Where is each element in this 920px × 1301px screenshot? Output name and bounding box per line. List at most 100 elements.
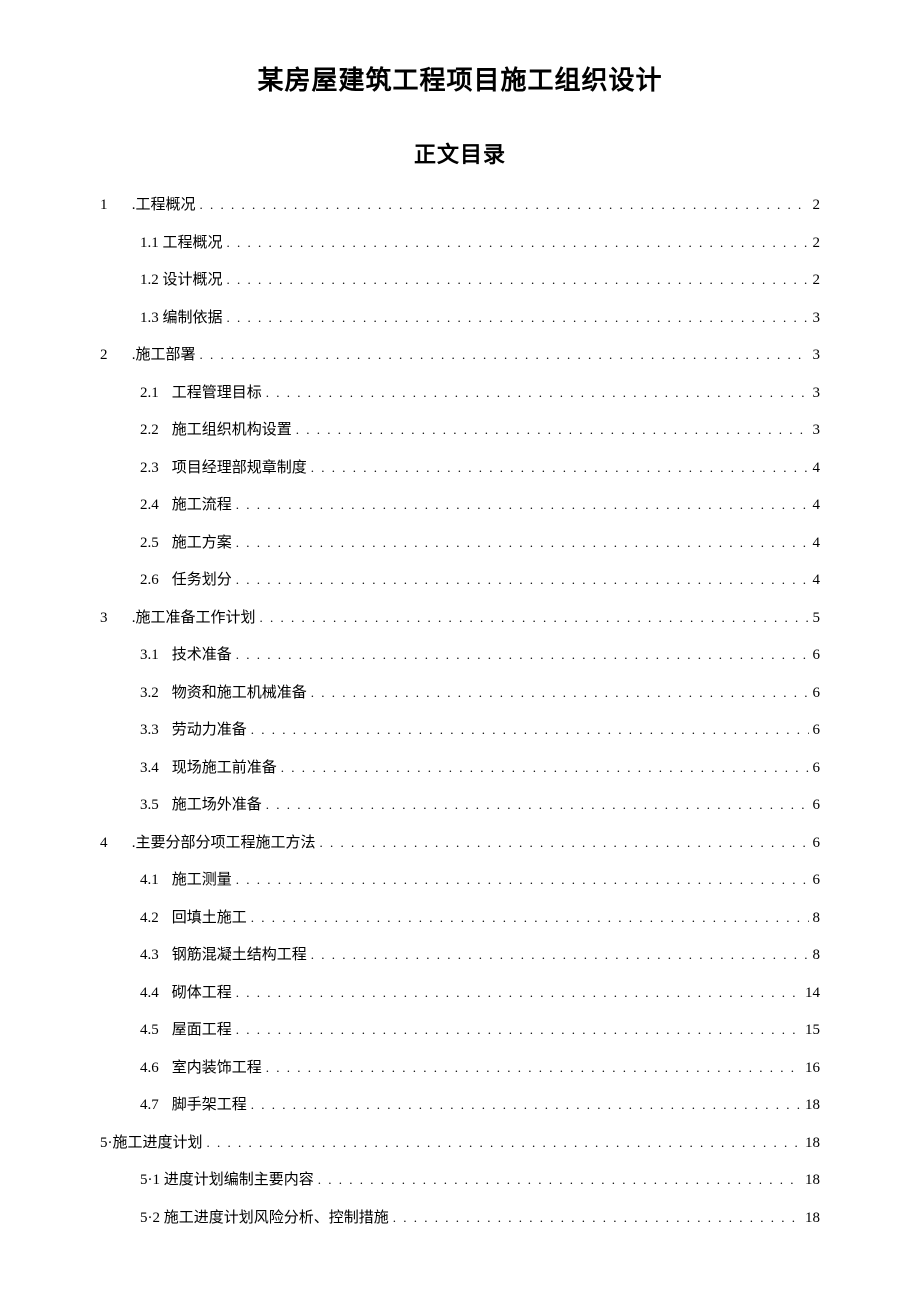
toc-leader-dots	[266, 375, 809, 413]
toc-entry-page: 6	[813, 862, 821, 900]
toc-entry: 4.2 回填土施工 8	[100, 900, 820, 938]
toc-entry-page: 6	[813, 825, 821, 863]
toc-entry-text: .工程概况	[132, 197, 196, 213]
toc-leader-dots	[251, 900, 809, 938]
toc-entry-text: 砌体工程	[172, 985, 232, 1001]
toc-entry-number: 3.4	[140, 750, 168, 788]
toc-leader-dots	[266, 787, 809, 825]
toc-leader-dots	[311, 450, 809, 488]
toc-entry-label: 4 .主要分部分项工程施工方法	[100, 825, 316, 863]
toc-leader-dots	[320, 825, 809, 863]
toc-entry: 4.3 钢筋混凝土结构工程8	[100, 937, 820, 975]
toc-entry: 5·1 进度计划编制主要内容 18	[100, 1162, 820, 1200]
toc-entry-page: 4	[813, 450, 821, 488]
toc-entry-page: 18	[805, 1162, 820, 1200]
toc-entry-page: 6	[813, 637, 821, 675]
toc-entry-text: 劳动力准备	[172, 722, 247, 738]
toc-entry-text: 5·2 施工进度计划风险分析、控制措施	[140, 1210, 389, 1226]
toc-entry-page: 2	[813, 187, 821, 225]
toc-entry-label: 3.2 物资和施工机械准备	[140, 675, 307, 713]
toc-entry-label: 4.2 回填土施工	[140, 900, 247, 938]
toc-entry-label: 2.1 工程管理目标	[140, 375, 262, 413]
toc-leader-dots	[260, 600, 809, 638]
toc-leader-dots	[236, 562, 809, 600]
toc-entry-text: .施工部署	[132, 347, 196, 363]
toc-entry-number: 3.3	[140, 712, 168, 750]
toc-leader-dots	[266, 1050, 801, 1088]
toc-entry-label: 2.3 项目经理部规章制度	[140, 450, 307, 488]
toc-entry-text: 工程管理目标	[172, 385, 262, 401]
toc-entry: 2.5 施工方案 4	[100, 525, 820, 563]
toc-entry-label: 1 .工程概况	[100, 187, 196, 225]
toc-entry-label: 4.3 钢筋混凝土结构工程	[140, 937, 307, 975]
toc-leader-dots	[296, 412, 809, 450]
toc-leader-dots	[227, 225, 809, 263]
toc-leader-dots	[236, 637, 809, 675]
toc-entry-page: 4	[813, 525, 821, 563]
toc-entry-label: 3.1 技术准备	[140, 637, 232, 675]
toc-entry-text: 屋面工程	[172, 1022, 232, 1038]
toc-entry-label: 4.5 屋面工程	[140, 1012, 232, 1050]
toc-entry-number: 4.3	[140, 937, 168, 975]
toc-entry: 3.5 施工场外准备 6	[100, 787, 820, 825]
toc-entry-number: 4.2	[140, 900, 168, 938]
toc-entry: 4 .主要分部分项工程施工方法 6	[100, 825, 820, 863]
toc-entry: 4.6 室内装饰工程 16	[100, 1050, 820, 1088]
toc-entry: 3 .施工准备工作计划5	[100, 600, 820, 638]
toc-entry-page: 6	[813, 712, 821, 750]
toc-entry-number: 4.1	[140, 862, 168, 900]
toc-entry-label: 1.1 工程概况	[140, 225, 223, 263]
toc-entry-label: 2.5 施工方案	[140, 525, 232, 563]
toc-entry: 2.4 施工流程4	[100, 487, 820, 525]
toc-entry-text: .施工准备工作计划	[132, 610, 256, 626]
toc-entry-page: 16	[805, 1050, 820, 1088]
toc-entry-text: 施工组织机构设置	[172, 422, 292, 438]
toc-entry-label: 2 .施工部署	[100, 337, 196, 375]
toc-entry-text: 5·施工进度计划	[100, 1135, 203, 1151]
toc-entry: 5·2 施工进度计划风险分析、控制措施 18	[100, 1200, 820, 1238]
toc-entry-text: 回填土施工	[172, 910, 247, 926]
toc-entry-page: 3	[813, 375, 821, 413]
toc-leader-dots	[251, 1087, 801, 1125]
toc-entry-label: 4.4 砌体工程	[140, 975, 232, 1013]
toc-entry-label: 3.3 劳动力准备	[140, 712, 247, 750]
toc-leader-dots	[227, 300, 809, 338]
toc-leader-dots	[227, 262, 809, 300]
toc-entry-text: 5·1 进度计划编制主要内容	[140, 1172, 314, 1188]
toc-entry: 1.2 设计概况2	[100, 262, 820, 300]
toc-entry: 3.4 现场施工前准备6	[100, 750, 820, 788]
toc-entry-number: 4.6	[140, 1050, 168, 1088]
toc-leader-dots	[311, 675, 809, 713]
toc-entry-page: 6	[813, 787, 821, 825]
toc-entry-number: 3.2	[140, 675, 168, 713]
toc-entry-label: 1.2 设计概况	[140, 262, 223, 300]
toc-entry: 2.1 工程管理目标 3	[100, 375, 820, 413]
toc-entry: 1.3 编制依据3	[100, 300, 820, 338]
toc-entry-page: 3	[813, 337, 821, 375]
toc-entry: 1 .工程概况 2	[100, 187, 820, 225]
toc-leader-dots	[236, 1012, 801, 1050]
toc-entry-number: 2.4	[140, 487, 168, 525]
toc-leader-dots	[236, 862, 809, 900]
toc-leader-dots	[200, 337, 809, 375]
toc-entry-page: 18	[805, 1200, 820, 1238]
toc-entry-label: 3.5 施工场外准备	[140, 787, 262, 825]
toc-entry: 4.4 砌体工程 14	[100, 975, 820, 1013]
table-of-contents: 1 .工程概况 2 1.1 工程概况 2 1.2 设计概况21.3 编制依据32 .施工…	[100, 187, 820, 1237]
toc-leader-dots	[200, 187, 809, 225]
toc-entry-label: 5·2 施工进度计划风险分析、控制措施	[140, 1200, 389, 1238]
toc-entry-page: 6	[813, 675, 821, 713]
toc-entry-number: 2.2	[140, 412, 168, 450]
toc-entry-page: 3	[813, 300, 821, 338]
toc-entry-text: 任务划分	[172, 572, 232, 588]
toc-entry-page: 14	[805, 975, 820, 1013]
toc-entry-number: 2.6	[140, 562, 168, 600]
toc-entry-page: 8	[813, 900, 821, 938]
toc-entry-text: .主要分部分项工程施工方法	[132, 835, 316, 851]
toc-entry-page: 3	[813, 412, 821, 450]
toc-entry-number: 2	[100, 337, 128, 375]
toc-entry-label: 4.6 室内装饰工程	[140, 1050, 262, 1088]
toc-entry-page: 4	[813, 487, 821, 525]
toc-entry-page: 15	[805, 1012, 820, 1050]
toc-entry-text: 1.1 工程概况	[140, 235, 223, 251]
